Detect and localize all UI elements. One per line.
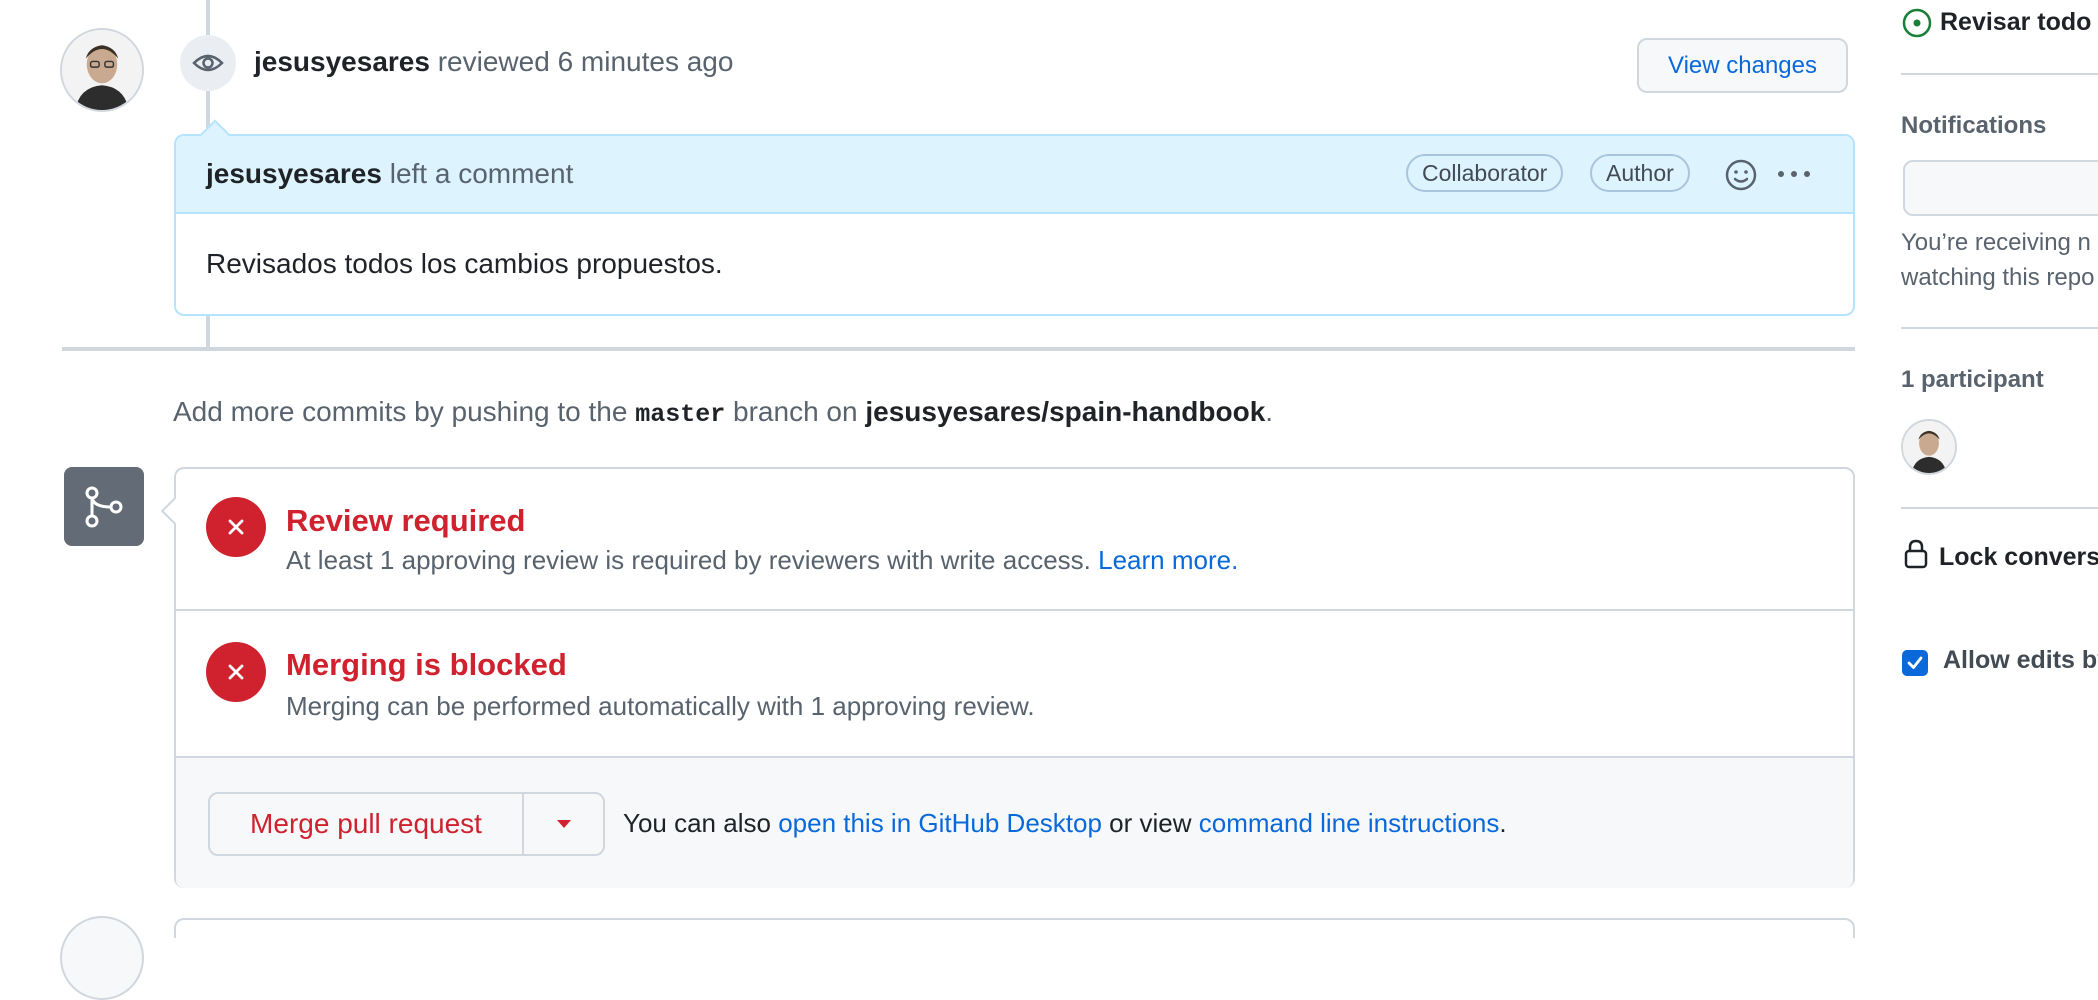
x-icon [228,664,244,680]
check-circle-icon [1902,8,1932,38]
review-author-link[interactable]: jesusyesares [254,46,430,77]
x-icon [228,519,244,535]
command-line-instructions-link[interactable]: command line instructions [1199,808,1500,838]
merge-button-group: Merge pull request [208,792,605,856]
merge-status-icon-box [64,467,144,546]
view-changes-label: View changes [1668,51,1817,79]
participant-avatar[interactable] [1901,419,1957,475]
sidebar-divider-1 [1901,73,2098,75]
eye-icon [192,54,224,72]
triangle-down-icon [556,820,571,828]
reviewer-avatar[interactable] [60,28,144,112]
merge-status-box: Review required At least 1 approving rev… [160,467,1855,888]
git-merge-icon [85,486,123,527]
allow-edits-checkbox[interactable] [1902,650,1928,676]
merge-pull-request-button[interactable]: Merge pull request [210,794,524,854]
merging-blocked-status-icon [206,642,266,702]
branch-name: master [635,400,726,429]
review-event-header: jesusyesares reviewed 6 minutes ago [254,46,733,78]
next-item-avatar [60,916,144,1000]
notifications-reason-line1: You’re receiving n [1901,229,2091,256]
lock-icon [1904,539,1928,569]
sidebar-divider-2 [1901,327,2098,329]
merge-method-dropdown[interactable] [524,794,603,854]
merging-blocked-title: Merging is blocked [286,647,567,682]
next-timeline-item [174,918,1855,938]
comment-action-text: left a comment [389,158,574,189]
sidebar-top-item[interactable]: Revisar todo [1940,8,2091,37]
comment-header: jesusyesares left a comment Collaborator… [176,119,1853,214]
review-required-title: Review required [286,503,526,538]
github-desktop-link[interactable]: open this in GitHub Desktop [778,808,1102,838]
notifications-heading: Notifications [1901,112,2047,139]
review-required-description: At least 1 approving review is required … [286,545,1238,576]
allow-edits-label: Allow edits by [1943,646,2098,674]
timeline-line-top [206,0,210,36]
author-badge: Author [1590,154,1690,192]
merge-footer: Merge pull request You can also open thi… [176,758,1853,888]
review-required-text: At least 1 approving review is required … [286,545,1091,575]
review-action-text: reviewed [437,46,550,77]
merge-box-caret [160,496,190,526]
view-changes-button[interactable]: View changes [1637,38,1848,93]
status-divider-1 [176,609,1853,611]
footer-middle: or view [1109,808,1192,838]
footer-suffix: . [1499,808,1507,838]
lock-conversation-link[interactable]: Lock conversa [1939,543,2098,572]
review-comment: jesusyesares left a comment Collaborator… [174,119,1855,316]
comment-body: Revisados todos los cambios propuestos. [206,248,723,279]
comment-caret [199,119,231,151]
notifications-reason-line2: watching this repo [1901,264,2095,291]
push-note-prefix: Add more commits by pushing to the [173,396,628,427]
sidebar-divider-3 [1901,507,2098,509]
repo-name: jesusyesares/spain-handbook [865,396,1266,427]
review-time[interactable]: 6 minutes ago [558,46,734,77]
push-commits-note: Add more commits by pushing to the maste… [173,396,1273,429]
merging-blocked-description: Merging can be performed automatically w… [286,691,1035,721]
comment-author-link[interactable]: jesusyesares [206,158,382,189]
push-note-suffix: . [1265,396,1274,427]
kebab-horizontal-icon[interactable] [1776,166,1812,182]
merge-footer-text: You can also open this in GitHub Desktop… [623,808,1507,839]
checkmark-icon [1907,656,1923,669]
smiley-icon[interactable] [1724,158,1758,192]
timeline-separator [62,347,1855,351]
footer-prefix: You can also [623,808,771,838]
review-required-status-icon [206,497,266,557]
push-note-middle: branch on [733,396,858,427]
participants-heading: 1 participant [1901,366,2044,393]
notifications-subscribe-button[interactable] [1903,160,2098,216]
learn-more-link[interactable]: Learn more. [1098,545,1238,575]
timeline-line-bottom [206,316,210,347]
collaborator-badge: Collaborator [1406,154,1564,192]
comment-title: jesusyesares left a comment [206,158,573,190]
review-eye-badge [180,35,236,91]
